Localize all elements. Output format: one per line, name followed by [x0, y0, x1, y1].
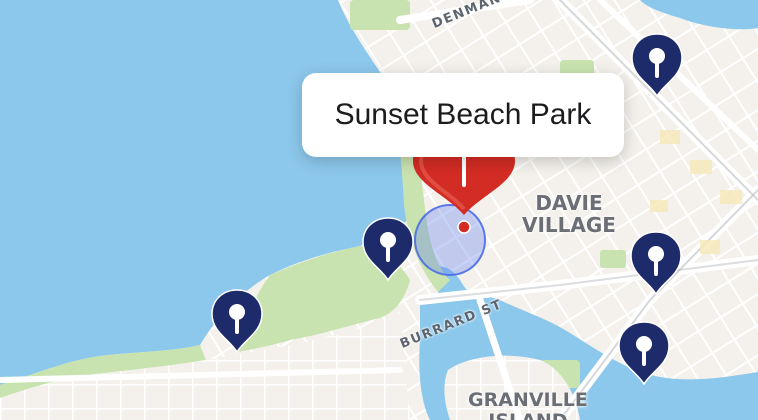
map-pin-east-middle[interactable] [629, 230, 683, 296]
park-patch [600, 250, 626, 268]
map-view[interactable]: DENMAN BURRARD ST DAVIE VILLAGE GRANVILL… [0, 0, 758, 420]
area-label-davie-village: DAVIE VILLAGE [522, 192, 616, 237]
area-label-line: GRANVILLE [468, 389, 588, 411]
area-label-granville-island: GRANVILLE ISLAND [468, 389, 588, 420]
area-label-line: DAVIE [535, 191, 603, 215]
map-pin-east-lower[interactable] [617, 320, 671, 386]
callout-title: Sunset Beach Park [334, 98, 592, 131]
park-patch [350, 0, 410, 30]
map-pin-top-right[interactable] [630, 32, 684, 98]
place-callout[interactable]: Sunset Beach Park [302, 73, 624, 174]
area-label-line: VILLAGE [522, 213, 616, 238]
map-pin-beach[interactable] [361, 216, 415, 282]
area-label-line: ISLAND [468, 410, 588, 420]
map-pin-west-end[interactable] [210, 288, 264, 354]
